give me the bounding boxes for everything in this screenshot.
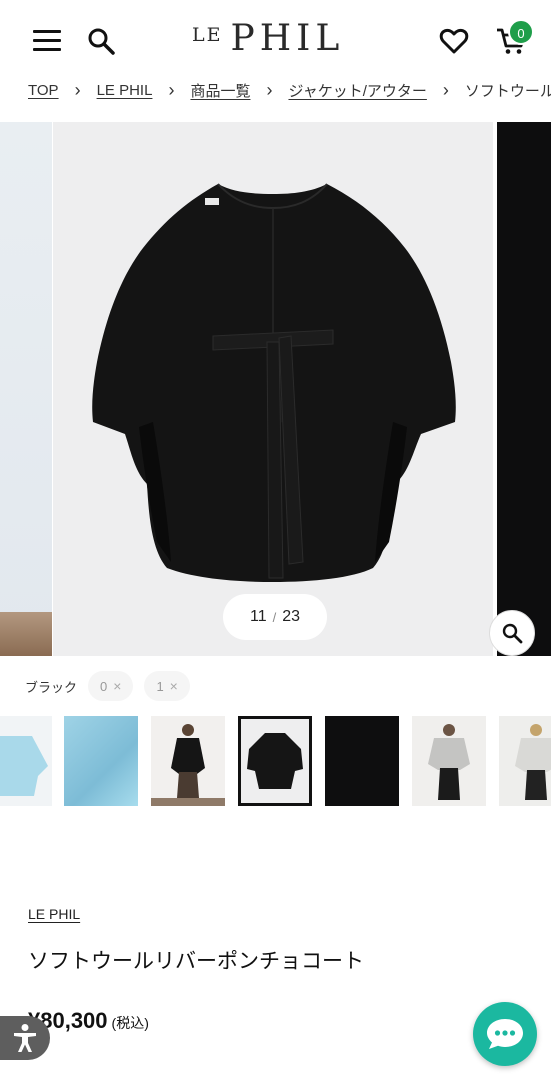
color-option-value: 0 <box>100 678 108 694</box>
breadcrumb-current: ソフトウール <box>464 82 551 100</box>
logo-main: PHIL <box>230 18 345 59</box>
color-option-chip[interactable]: 0 × <box>88 671 134 701</box>
color-option-chip[interactable]: 1 × <box>144 671 190 701</box>
site-header: LE PHIL 0 <box>0 0 551 82</box>
chat-bubble-icon <box>487 1019 523 1049</box>
counter-separator: / <box>272 609 277 625</box>
previous-slide-image[interactable] <box>0 122 52 656</box>
thumbnail-image[interactable] <box>64 716 138 806</box>
thumbnail-image-selected[interactable] <box>238 716 312 806</box>
chevron-right-icon: › <box>168 79 175 100</box>
close-icon: × <box>169 678 178 694</box>
heart-icon[interactable] <box>439 27 469 55</box>
product-brand-link[interactable]: LE PHIL <box>28 906 80 922</box>
thumbnail-strip[interactable] <box>0 716 551 808</box>
accessibility-button[interactable] <box>0 1016 50 1060</box>
thumbnail-image[interactable] <box>412 716 486 806</box>
chevron-right-icon: › <box>74 79 81 100</box>
color-name: ブラック <box>25 679 78 695</box>
search-icon[interactable] <box>86 26 116 56</box>
tax-note: (税込) <box>111 1015 149 1031</box>
thumbnail-image[interactable] <box>499 716 551 806</box>
close-icon: × <box>113 678 122 694</box>
color-selector: ブラック 0 × 1 × <box>0 668 551 704</box>
main-product-image[interactable] <box>53 122 493 656</box>
breadcrumb-brand[interactable]: LE PHIL <box>97 82 153 99</box>
color-option-value: 1 <box>156 678 164 694</box>
zoom-icon <box>502 623 523 644</box>
accessibility-icon <box>14 1024 36 1052</box>
breadcrumb-product-list[interactable]: 商品一覧 <box>190 80 250 101</box>
zoom-button[interactable] <box>489 610 535 656</box>
chevron-right-icon: › <box>442 79 449 100</box>
current-image-number: 11 <box>249 608 267 625</box>
thumbnail-image[interactable] <box>0 716 52 806</box>
site-logo[interactable]: LE PHIL <box>192 18 362 64</box>
thumbnail-image[interactable] <box>325 716 399 806</box>
logo-prefix: LE <box>192 24 223 46</box>
chevron-right-icon: › <box>266 79 273 100</box>
menu-icon[interactable] <box>33 30 61 52</box>
product-image-gallery[interactable]: 11 / 23 <box>0 122 551 656</box>
breadcrumb-category[interactable]: ジャケット/アウター <box>288 80 426 101</box>
breadcrumb: TOP › LE PHIL › 商品一覧 › ジャケット/アウター › ソフトウ… <box>28 76 551 104</box>
total-image-count: 23 <box>282 608 301 625</box>
cart-count-badge: 0 <box>508 19 534 45</box>
next-slide-image[interactable] <box>497 122 551 656</box>
chat-button[interactable] <box>473 1002 537 1066</box>
image-counter: 11 / 23 <box>223 594 327 640</box>
breadcrumb-top[interactable]: TOP <box>28 82 59 99</box>
product-title: ソフトウールリバーポンチョコート <box>28 949 364 973</box>
thumbnail-image[interactable] <box>151 716 225 806</box>
